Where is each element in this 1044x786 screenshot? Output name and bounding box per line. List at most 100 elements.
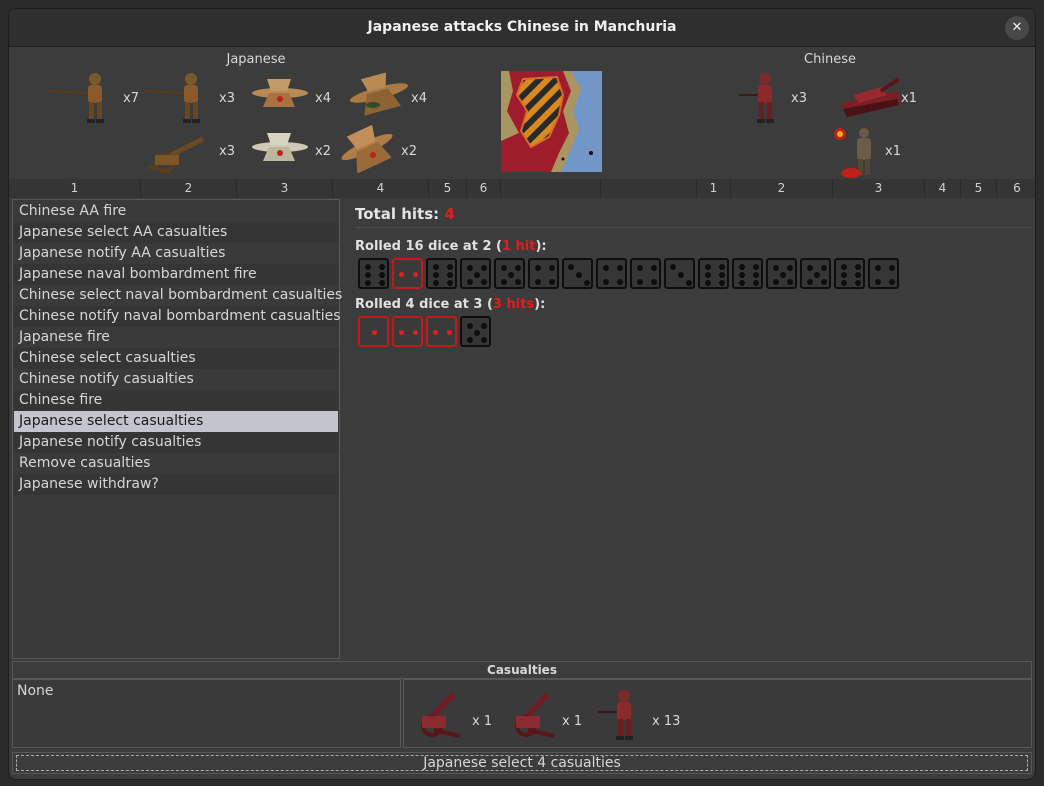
- casualties-left-panel: None: [12, 679, 401, 748]
- die-pip: [773, 265, 779, 271]
- chinese-artillery-icon: [506, 688, 562, 740]
- battle-step-item[interactable]: Chinese notify casualties: [14, 369, 338, 390]
- battle-step-item[interactable]: Japanese withdraw?: [14, 474, 338, 495]
- defender-die-value: 2: [731, 179, 833, 198]
- attacker-die-value: 6: [467, 179, 501, 198]
- battle-step-item[interactable]: Japanese notify casualties: [14, 432, 338, 453]
- die-pip: [447, 272, 453, 278]
- japanese-artillery-icon: [145, 131, 211, 175]
- chinese-unit-count: x3: [791, 91, 807, 106]
- die: [868, 258, 899, 289]
- die-pip: [875, 279, 881, 285]
- close-button[interactable]: ✕: [1005, 16, 1029, 40]
- defender-die-value: 1: [697, 179, 731, 198]
- die-pip: [637, 279, 643, 285]
- die: [834, 258, 865, 289]
- die-pip: [365, 264, 371, 270]
- die-pip: [773, 279, 779, 285]
- attacker-die-value: 2: [141, 179, 237, 198]
- casualty-count: x 13: [652, 714, 681, 729]
- title-bar: Japanese attacks Chinese in Manchuria ✕: [9, 9, 1035, 47]
- die-pip: [787, 279, 793, 285]
- window-title: Japanese attacks Chinese in Manchuria: [367, 19, 677, 35]
- die-pip: [447, 330, 452, 335]
- status-bar[interactable]: Japanese select 4 casualties: [12, 752, 1032, 774]
- japanese-tactical-bomber-icon: [337, 125, 399, 173]
- roll-suffix: ):: [534, 297, 546, 312]
- dice-strip-spacer: [601, 179, 697, 198]
- roll-hits: 1 hit: [501, 239, 536, 254]
- die-pip: [433, 272, 439, 278]
- close-icon: ✕: [1011, 20, 1023, 35]
- battle-step-item[interactable]: Chinese select casualties: [14, 348, 338, 369]
- die: [596, 258, 627, 289]
- die-pip: [535, 265, 541, 271]
- die-pip: [651, 265, 657, 271]
- defender-die-value: 6: [997, 179, 1035, 198]
- die-pip: [508, 272, 514, 278]
- japanese-unit-count: x7: [123, 91, 139, 106]
- battle-step-item[interactable]: Japanese naval bombardment fire: [14, 264, 338, 285]
- die-pip: [855, 272, 861, 278]
- battle-step-item[interactable]: Chinese notify naval bombardment casualt…: [14, 306, 341, 327]
- die-pip: [481, 265, 487, 271]
- battle-step-item[interactable]: Japanese fire: [14, 327, 338, 348]
- die-pip: [617, 279, 623, 285]
- die-pip: [549, 279, 555, 285]
- battle-step-item[interactable]: Japanese notify AA casualties: [14, 243, 338, 264]
- die-pip: [739, 272, 745, 278]
- die-pip: [372, 330, 377, 335]
- die: [664, 258, 695, 289]
- roll-suffix: ):: [535, 239, 547, 254]
- total-hits: Total hits: 4: [355, 205, 1031, 223]
- defender-die-value: 5: [961, 179, 997, 198]
- battle-step-item[interactable]: Chinese select naval bombardment casualt…: [14, 285, 342, 306]
- die-pip: [651, 279, 657, 285]
- battle-step-item[interactable]: Chinese AA fire: [14, 201, 338, 222]
- battle-step-item[interactable]: Japanese select AA casualties: [14, 222, 338, 243]
- battle-step-item[interactable]: Chinese fire: [14, 390, 338, 411]
- die-pip: [739, 264, 745, 270]
- japanese-infantry-icon: [47, 71, 123, 125]
- dice-value-strip: 1 2 3 4 5 6 1 2 3 4 5 6: [9, 179, 1035, 198]
- die: [426, 258, 457, 289]
- die-pip: [467, 337, 473, 343]
- attacker-die-value: 5: [429, 179, 467, 198]
- status-button[interactable]: Japanese select 4 casualties: [16, 755, 1028, 771]
- japanese-fighter-icon: [249, 129, 311, 165]
- die-pip: [501, 265, 507, 271]
- attacker-die-value: 3: [237, 179, 333, 198]
- die: [358, 258, 389, 289]
- die-pip: [474, 330, 480, 336]
- japanese-unit-count: x2: [315, 144, 331, 159]
- die: [562, 258, 593, 289]
- japanese-unit-count: x4: [315, 91, 331, 106]
- die-pip: [705, 264, 711, 270]
- casualties-none-text: None: [17, 683, 54, 699]
- die-pip: [753, 280, 759, 286]
- die-pip: [889, 279, 895, 285]
- die-pip: [739, 280, 745, 286]
- hit-die: [426, 316, 457, 347]
- die-pip: [549, 265, 555, 271]
- battle-step-item[interactable]: Remove casualties: [14, 453, 338, 474]
- chinese-infantry-icon: [739, 71, 785, 125]
- die-pip: [515, 279, 521, 285]
- battle-step-item[interactable]: Japanese select casualties: [14, 411, 338, 432]
- battle-steps-list[interactable]: Chinese AA fire Japanese select AA casual…: [12, 199, 342, 659]
- die-pip: [447, 280, 453, 286]
- casualty-count: x 1: [472, 714, 493, 729]
- die-pip: [841, 264, 847, 270]
- die-pip: [617, 265, 623, 271]
- die: [494, 258, 525, 289]
- die: [732, 258, 763, 289]
- japanese-fighter-icon: [249, 75, 311, 111]
- die-pip: [807, 279, 813, 285]
- die-pip: [889, 265, 895, 271]
- chinese-artillery-icon: [412, 688, 468, 740]
- roll-hits: 3 hits: [492, 297, 535, 312]
- die: [528, 258, 559, 289]
- die-pip: [753, 264, 759, 270]
- hit-die: [392, 258, 423, 289]
- defender-die-value: 4: [925, 179, 961, 198]
